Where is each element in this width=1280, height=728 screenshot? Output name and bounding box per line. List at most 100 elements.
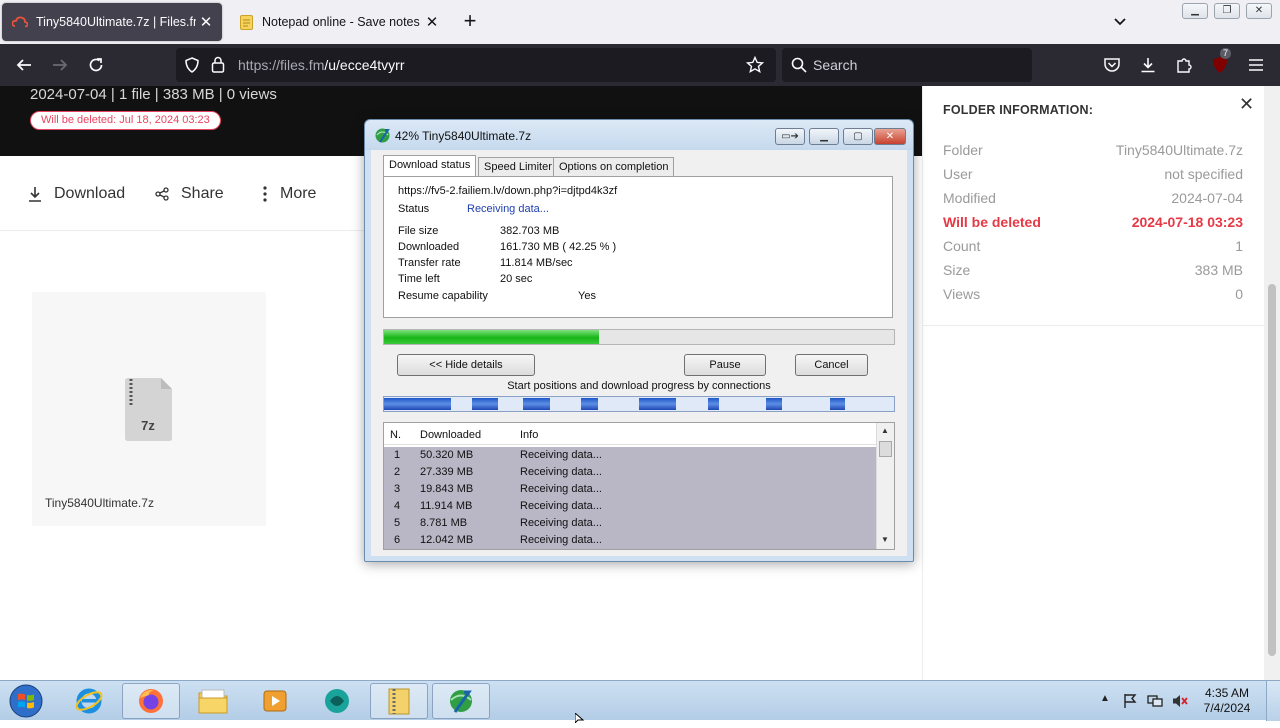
table-row[interactable]: 5 8.781 MB Receiving data... [384,515,876,532]
dialog-minimize-to-tray-button[interactable]: ▭➔ [775,128,805,145]
file-name[interactable]: Tiny5840Ultimate.7z [45,496,154,510]
action-center-flag-icon[interactable] [1122,693,1138,709]
count-label: Count [943,238,981,254]
table-row[interactable]: 6 12.042 MB Receiving data... [384,532,876,549]
dialog-maximize-button[interactable]: ▢ [843,128,873,145]
progress-fill [384,330,600,344]
firefox-icon[interactable] [122,683,180,719]
download-button[interactable]: Download [28,184,125,204]
connection-segment [523,398,550,410]
show-desktop-button[interactable] [1266,681,1280,721]
table-row[interactable]: 4 11.914 MB Receiving data... [384,498,876,515]
window-minimize-button[interactable]: ▁ [1182,3,1208,19]
connections-table-header: N. Downloaded Info [384,423,876,445]
network-icon[interactable] [1147,693,1163,709]
connection-segment [830,398,845,410]
tab-download-status[interactable]: Download status [383,155,477,176]
address-bar[interactable]: https://files.fm/u/ecce4tvyrr [176,48,776,82]
row-downloaded: 11.914 MB [420,500,473,512]
user-row: User not specified [943,166,1243,186]
tab-title: Notepad online - Save notes on [262,15,422,29]
row-downloaded: 50.320 MB [420,449,474,461]
vertical-dots-icon [262,186,268,202]
tab-close-icon[interactable]: ✕ [422,13,442,31]
downloaded-value: 161.730 MB ( 42.25 % ) [500,241,617,253]
tab-close-icon[interactable]: ✕ [196,13,216,31]
share-icon [155,187,169,201]
media-player-icon[interactable] [246,683,304,719]
column-info[interactable]: Info [520,429,538,441]
table-row[interactable]: 2 27.339 MB Receiving data... [384,464,876,481]
start-button[interactable] [0,683,52,719]
new-tab-plus-icon[interactable]: + [458,10,482,34]
file-meta-line: 2024-07-04 | 1 file | 383 MB | 0 views [30,86,277,103]
connections-caption: Start positions and download progress by… [507,380,771,392]
pause-button[interactable]: Pause [684,354,766,376]
forward-arrow-icon[interactable] [48,53,72,77]
connections-scrollbar[interactable]: ▲ ▼ [876,423,894,549]
will-be-deleted-row: Will be deleted 2024-07-18 03:23 [943,214,1243,234]
tab-speed-limiter[interactable]: Speed Limiter [478,157,558,177]
page-scrollbar[interactable] [1264,86,1280,680]
pocket-icon[interactable] [1100,53,1124,77]
row-n: 5 [394,517,401,529]
close-icon[interactable]: ✕ [1239,94,1254,115]
volume-muted-icon[interactable] [1171,693,1188,709]
scroll-up-arrow-icon[interactable]: ▲ [881,426,889,435]
share-button[interactable]: Share [155,184,224,204]
file-card[interactable]: 7z Tiny5840Ultimate.7z [32,292,266,526]
teal-app-icon[interactable] [308,683,366,719]
archive-manager-icon[interactable] [370,683,428,719]
windows-logo-icon [9,684,43,718]
tab-title: Tiny5840Ultimate.7z | Files.fm [36,15,196,29]
idm-taskbar-icon[interactable] [432,683,490,719]
search-bar[interactable]: Search [782,48,1032,82]
folder-label: Folder [943,142,983,158]
more-button[interactable]: More [262,184,316,204]
connection-segment [708,398,719,410]
column-n[interactable]: N. [390,429,401,441]
window-restore-button[interactable]: ❐ [1214,3,1240,19]
folder-row: Folder Tiny5840Ultimate.7z [943,142,1243,162]
ublock-extension-icon[interactable]: 7 [1208,48,1232,77]
tab-options-on-completion[interactable]: Options on completion [553,157,675,177]
connection-segment [472,398,498,410]
tab-files-fm[interactable]: Tiny5840Ultimate.7z | Files.fm ✕ [2,3,222,41]
extensions-puzzle-icon[interactable] [1172,53,1196,77]
downloads-icon[interactable] [1136,53,1160,77]
bookmark-star-icon[interactable] [745,55,765,79]
archive-7z-file-icon: 7z [123,377,173,442]
back-arrow-icon[interactable] [12,53,36,77]
system-clock[interactable]: 4:35 AM 7/4/2024 [1196,686,1258,716]
dialog-minimize-button[interactable]: ▁ [809,128,839,145]
scrollbar-thumb[interactable] [879,441,892,457]
cancel-button[interactable]: Cancel [795,354,868,376]
hide-details-button[interactable]: << Hide details [397,354,535,376]
chevron-down-icon[interactable] [1110,12,1130,32]
lock-icon[interactable] [211,56,225,78]
browser-tab-strip: Tiny5840Ultimate.7z | Files.fm ✕ Notepad… [0,0,1280,44]
time-left-label: Time left [398,273,440,285]
dialog-titlebar[interactable]: 42% Tiny5840Ultimate.7z ▭➔ ▁ ▢ ✕ [365,120,913,150]
row-downloaded: 27.339 MB [420,466,474,478]
resume-capability-label: Resume capability [398,290,488,302]
size-row: Size 383 MB [943,262,1243,282]
internet-explorer-icon[interactable] [60,683,118,719]
tracking-shield-icon[interactable] [184,57,200,78]
file-actions-bar: Download Share More [0,156,365,231]
tab-notepad-online[interactable]: Notepad online - Save notes on ✕ [228,3,448,41]
hamburger-menu-icon[interactable] [1244,53,1268,77]
notepad-icon [238,14,254,30]
scrollbar-thumb[interactable] [1268,284,1276,656]
idm-globe-icon [374,127,391,149]
reload-icon[interactable] [84,53,108,77]
file-explorer-icon[interactable] [184,683,242,719]
scroll-down-arrow-icon[interactable]: ▼ [881,535,889,544]
file-ext-label: 7z [141,418,155,433]
dialog-close-button[interactable]: ✕ [874,128,906,145]
tray-expand-chevron-icon[interactable]: ▲ [1100,693,1116,709]
column-downloaded[interactable]: Downloaded [420,429,481,441]
window-close-button[interactable]: ✕ [1246,3,1272,19]
table-row[interactable]: 1 50.320 MB Receiving data... [384,447,876,464]
table-row[interactable]: 3 19.843 MB Receiving data... [384,481,876,498]
